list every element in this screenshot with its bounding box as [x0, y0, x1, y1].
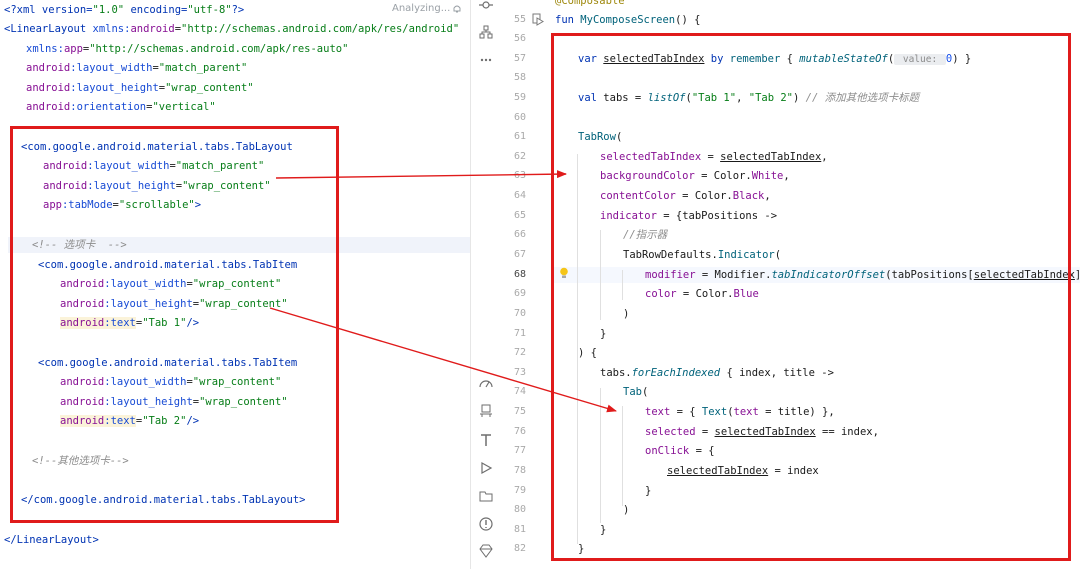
run-icon[interactable]: [479, 461, 493, 475]
line-number: 82: [513, 543, 526, 554]
line-number: 78: [513, 465, 526, 476]
gem-icon[interactable]: [479, 544, 493, 558]
line-number: 80: [513, 504, 526, 515]
line-number: 76: [513, 426, 526, 437]
code-line: <?xml version="1.0" encoding="utf-8"?>: [4, 4, 245, 16]
compose-highlight-box: [551, 33, 1071, 561]
problems-icon[interactable]: [479, 517, 493, 531]
line-number: 59: [513, 92, 526, 103]
line-number: 60: [513, 112, 526, 123]
code-line: android:orientation="vertical": [26, 101, 216, 113]
code-line: <LinearLayout xmlns:android="http://sche…: [4, 23, 460, 35]
profiler-icon[interactable]: [479, 377, 493, 391]
line-number: 73: [513, 367, 526, 378]
commit-icon[interactable]: [479, 0, 493, 12]
terminal-icon[interactable]: [479, 433, 493, 447]
line-number: 68: [513, 269, 526, 280]
code-line: android:layout_height="wrap_content": [26, 82, 254, 94]
app-inspection-icon[interactable]: [479, 489, 493, 503]
code-line: xmlns:app="http://schemas.android.com/ap…: [26, 43, 349, 55]
more-icon[interactable]: [479, 53, 493, 67]
line-number: 61: [513, 131, 526, 142]
line-number: 69: [513, 288, 526, 299]
line-number: 67: [513, 249, 526, 260]
line-number: 77: [513, 445, 526, 456]
line-number: 64: [513, 190, 526, 201]
line-number: 57: [513, 53, 526, 64]
code-line: android:layout_width="match_parent": [26, 62, 248, 74]
line-number: 58: [513, 72, 526, 83]
line-number: 55: [513, 14, 526, 25]
xml-highlight-box: [10, 126, 339, 523]
line-number: 72: [513, 347, 526, 358]
bell-icon[interactable]: [452, 4, 462, 14]
line-number: 74: [513, 386, 526, 397]
run-gutter-icon[interactable]: [532, 13, 544, 26]
build-icon[interactable]: [479, 404, 493, 418]
line-number: 66: [513, 229, 526, 240]
code-line: fun MyComposeScreen() {: [555, 14, 701, 26]
line-number: 75: [513, 406, 526, 417]
line-number-gutter: 55 56 57 58 59 60 61 62 63 64 65 66 67 6…: [500, 0, 552, 569]
line-number: 81: [513, 524, 526, 535]
line-number: 56: [513, 33, 526, 44]
structure-icon[interactable]: [479, 25, 493, 39]
code-line: </LinearLayout>: [4, 534, 99, 546]
line-number: 63: [513, 170, 526, 181]
line-number: 62: [513, 151, 526, 162]
tool-window-strip: [470, 0, 501, 569]
line-number: 70: [513, 308, 526, 319]
code-line: @Composable: [555, 0, 625, 7]
line-number: 65: [513, 210, 526, 221]
line-number: 79: [513, 485, 526, 496]
line-number: 71: [513, 328, 526, 339]
analyzing-status: Analyzing...: [392, 3, 451, 14]
